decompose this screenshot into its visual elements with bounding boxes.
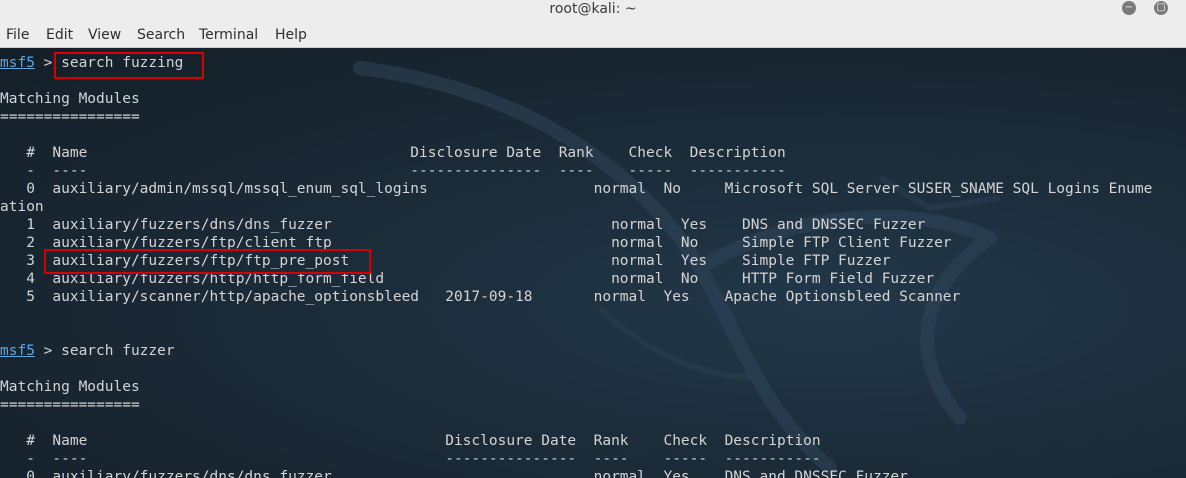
title-bar: root@kali: ~ − □	[0, 0, 1186, 22]
table-row-wrap: ation	[0, 199, 44, 215]
module-highlight-box	[44, 249, 371, 274]
terminal-line: ================	[0, 109, 140, 125]
prompt-label: msf5	[0, 55, 35, 71]
minimize-icon: −	[1124, 2, 1134, 13]
table-row: 0 auxiliary/fuzzers/dns/dns_fuzzer norma…	[0, 469, 908, 478]
command-highlight-box	[54, 52, 204, 79]
terminal-line: ================	[0, 397, 140, 413]
menu-search[interactable]: Search	[137, 27, 185, 43]
terminal-line: Matching Modules	[0, 379, 140, 395]
table-header: # Name Disclosure Date Rank Check Descri…	[0, 145, 786, 161]
minimize-button[interactable]: −	[1122, 1, 1136, 15]
table-row: 0 auxiliary/admin/mssql/mssql_enum_sql_l…	[0, 181, 1153, 197]
table-header: # Name Disclosure Date Rank Check Descri…	[0, 433, 821, 449]
table-separator: - ---- --------------- ---- ----- ------…	[0, 163, 786, 179]
menu-terminal[interactable]: Terminal	[199, 27, 258, 43]
menu-bar: File Edit View Search Terminal Help	[0, 22, 1186, 48]
maximize-button[interactable]: □	[1154, 1, 1168, 15]
terminal-area[interactable]: msf5 > search fuzzing Matching Modules =…	[0, 48, 1186, 478]
menu-edit[interactable]: Edit	[46, 27, 73, 43]
window-title: root@kali: ~	[549, 1, 637, 17]
menu-view[interactable]: View	[88, 27, 121, 43]
menu-help[interactable]: Help	[275, 27, 307, 43]
terminal-line: Matching Modules	[0, 91, 140, 107]
table-row: 5 auxiliary/scanner/http/apache_optionsb…	[0, 289, 961, 305]
terminal-line: msf5 > search fuzzer	[0, 342, 1186, 360]
terminal-window: root@kali: ~ − □ File Edit View Search T…	[0, 0, 1186, 478]
menu-file[interactable]: File	[6, 27, 29, 43]
command-text: > search fuzzer	[34, 343, 175, 359]
table-row: 1 auxiliary/fuzzers/dns/dns_fuzzer norma…	[0, 217, 926, 233]
prompt-label: msf5	[0, 343, 35, 359]
maximize-icon: □	[1156, 2, 1166, 13]
table-separator: - ---- --------------- ---- ----- ------…	[0, 451, 821, 467]
